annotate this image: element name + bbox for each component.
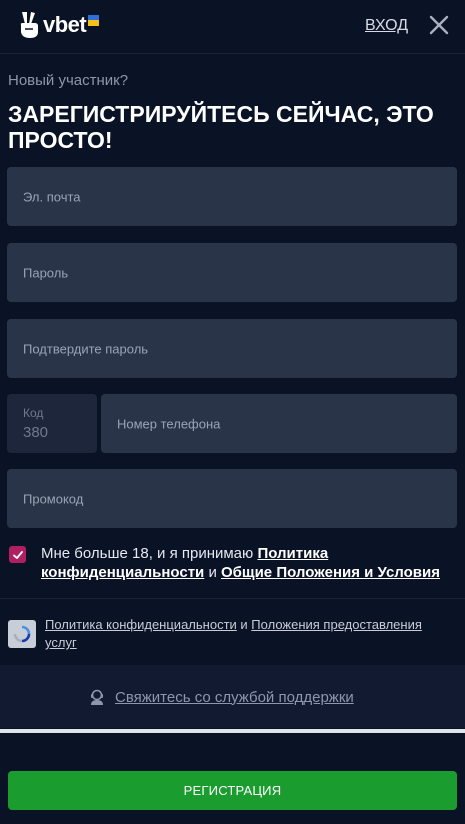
promo-code-field[interactable]: Промокод bbox=[7, 469, 457, 528]
terms-conditions-link[interactable]: Общие Положения и Условия bbox=[221, 564, 440, 581]
confirm-password-field[interactable]: Подтвердите пароль bbox=[7, 319, 457, 378]
phone-placeholder: Номер телефона bbox=[117, 416, 221, 431]
age-terms-text: Мне больше 18, и я принимаю Политика кон… bbox=[41, 544, 456, 582]
victory-hand-icon bbox=[20, 12, 38, 38]
promo-code-placeholder: Промокод bbox=[23, 491, 84, 506]
new-member-subtitle: Новый участник? bbox=[8, 72, 129, 89]
checkmark-icon bbox=[12, 550, 23, 559]
country-code-value: 380 bbox=[23, 424, 49, 441]
login-link[interactable]: ВХОД bbox=[365, 17, 408, 35]
close-icon[interactable] bbox=[428, 14, 450, 36]
country-code-label: Код bbox=[23, 406, 44, 420]
email-placeholder: Эл. почта bbox=[23, 189, 81, 204]
recaptcha-privacy-link[interactable]: Политика конфиденциальности bbox=[45, 617, 237, 632]
phone-field[interactable]: Номер телефона bbox=[101, 394, 457, 453]
confirm-password-placeholder: Подтвердите пароль bbox=[23, 341, 149, 356]
recaptcha-icon bbox=[8, 620, 36, 648]
divider bbox=[0, 598, 465, 599]
recaptcha-notice: Политика конфиденциальности и Положения … bbox=[45, 616, 457, 652]
age-terms-checkbox[interactable] bbox=[9, 546, 26, 563]
country-code-field: Код 380 bbox=[7, 394, 97, 453]
support-label: Свяжитесь со службой поддержки bbox=[115, 688, 354, 706]
vbet-logo[interactable]: vbet bbox=[18, 10, 100, 40]
agree-and: и bbox=[204, 564, 221, 581]
recaptcha-and: и bbox=[236, 617, 252, 632]
support-bar: Свяжитесь со службой поддержки bbox=[0, 665, 465, 728]
separator-line bbox=[0, 729, 465, 733]
agree-text-before: Мне больше 18, и я принимаю bbox=[41, 545, 258, 562]
password-field[interactable]: Пароль bbox=[7, 243, 457, 302]
password-placeholder: Пароль bbox=[23, 265, 69, 280]
header: vbet ВХОД bbox=[0, 0, 465, 54]
register-button[interactable]: РЕГИСТРАЦИЯ bbox=[8, 771, 457, 810]
ukraine-flag-icon bbox=[88, 14, 100, 26]
email-field[interactable]: Эл. почта bbox=[7, 167, 457, 226]
support-agent-icon bbox=[91, 689, 103, 705]
support-link[interactable]: Свяжитесь со службой поддержки bbox=[89, 688, 354, 706]
page-title: ЗАРЕГИСТРИРУЙТЕСЬ СЕЙЧАС, ЭТО ПРОСТО! bbox=[8, 101, 434, 153]
logo-text: vbet bbox=[43, 12, 87, 37]
